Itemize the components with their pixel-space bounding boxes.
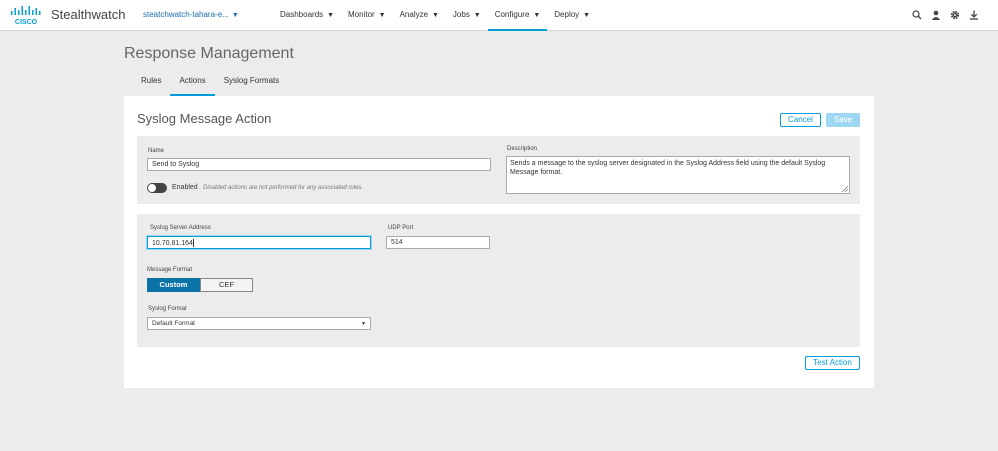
save-button[interactable]: Save — [826, 113, 860, 127]
nav-configure[interactable]: Configure ▼ — [487, 0, 548, 31]
syslog-format-label: Syslog Format — [148, 306, 187, 312]
description-label: Description — [507, 146, 538, 152]
action-card: Syslog Message Action Cancel Save Name S… — [124, 96, 874, 388]
chevron-down-icon: ▼ — [231, 12, 239, 19]
nav-monitor[interactable]: Monitor ▼ — [341, 0, 393, 31]
resize-handle-icon[interactable] — [842, 186, 848, 192]
cisco-logo: CISCO — [11, 6, 41, 26]
page-title: Response Management — [124, 45, 294, 62]
server-address-input[interactable]: 10.70.81.164 — [147, 236, 371, 249]
format-cef-button[interactable]: CEF — [200, 278, 253, 292]
user-icon[interactable] — [930, 8, 942, 22]
card-title: Syslog Message Action — [137, 111, 272, 126]
nav-label: Dashboards — [280, 10, 324, 19]
header-icons — [911, 8, 980, 22]
tab-rules[interactable]: Rules — [132, 71, 170, 96]
domain-selector[interactable]: steatchwatch-tahara-e... ▼ — [143, 10, 239, 19]
server-address-value: 10.70.81.164 — [152, 239, 193, 247]
general-panel: Name Send to Syslog Enabled Disabled act… — [137, 136, 860, 204]
syslog-format-value: Default Format — [152, 320, 195, 327]
tab-actions[interactable]: Actions — [170, 71, 215, 96]
toggle-knob — [148, 184, 156, 192]
enabled-hint: Disabled actions are not performed for a… — [203, 185, 364, 191]
app-title: Stealthwatch — [51, 7, 126, 22]
nav-label: Jobs — [452, 10, 470, 19]
svg-text:CISCO: CISCO — [15, 19, 38, 26]
chevron-down-icon: ▼ — [376, 12, 386, 19]
name-input[interactable]: Send to Syslog — [147, 158, 491, 171]
syslog-format-select[interactable]: Default Format ▼ — [147, 317, 371, 330]
name-label: Name — [148, 148, 165, 154]
search-icon[interactable] — [911, 8, 923, 22]
chevron-down-icon: ▼ — [430, 12, 439, 19]
tab-syslog-formats[interactable]: Syslog Formats — [215, 71, 289, 96]
test-action-button[interactable]: Test Action — [805, 356, 860, 370]
domain-name: steatchwatch-tahara-e... — [143, 10, 229, 19]
server-address-label: Syslog Server Address — [150, 225, 211, 231]
message-format-label: Message Format — [147, 267, 193, 273]
chevron-down-icon: ▼ — [361, 321, 366, 327]
cancel-button[interactable]: Cancel — [780, 113, 821, 127]
chevron-down-icon: ▼ — [471, 12, 481, 19]
enabled-toggle[interactable] — [147, 183, 167, 193]
nav-jobs[interactable]: Jobs ▼ — [446, 0, 488, 31]
nav-label: Analyze — [399, 10, 429, 19]
format-custom-button[interactable]: Custom — [147, 278, 200, 292]
nav-label: Configure — [494, 10, 530, 19]
description-text: Sends a message to the syslog server des… — [510, 160, 826, 176]
download-icon[interactable] — [968, 8, 980, 22]
description-textarea[interactable]: Sends a message to the syslog server des… — [506, 156, 850, 194]
top-nav-bar: CISCO Stealthwatch steatchwatch-tahara-e… — [0, 0, 998, 31]
syslog-panel: Syslog Server Address 10.70.81.164 UDP P… — [137, 214, 860, 347]
nav-label: Deploy — [554, 10, 580, 19]
message-format-toggle: Custom CEF — [147, 278, 253, 292]
udp-port-label: UDP Port — [388, 225, 414, 231]
gear-icon[interactable] — [949, 8, 961, 22]
enabled-label: Enabled — [172, 184, 198, 191]
text-cursor — [192, 239, 194, 247]
nav-analyze[interactable]: Analyze ▼ — [393, 0, 446, 31]
chevron-down-icon: ▼ — [531, 12, 541, 19]
nav-deploy[interactable]: Deploy ▼ — [547, 0, 597, 31]
nav-label: Monitor — [348, 10, 375, 19]
main-nav: Dashboards ▼ Monitor ▼ Analyze ▼ Jobs ▼ … — [273, 0, 597, 31]
nav-dashboards[interactable]: Dashboards ▼ — [273, 0, 341, 31]
udp-port-input[interactable]: 514 — [386, 236, 490, 249]
chevron-down-icon: ▼ — [581, 12, 591, 19]
chevron-down-icon: ▼ — [325, 12, 335, 19]
sub-tabs: Rules Actions Syslog Formats — [132, 71, 288, 96]
